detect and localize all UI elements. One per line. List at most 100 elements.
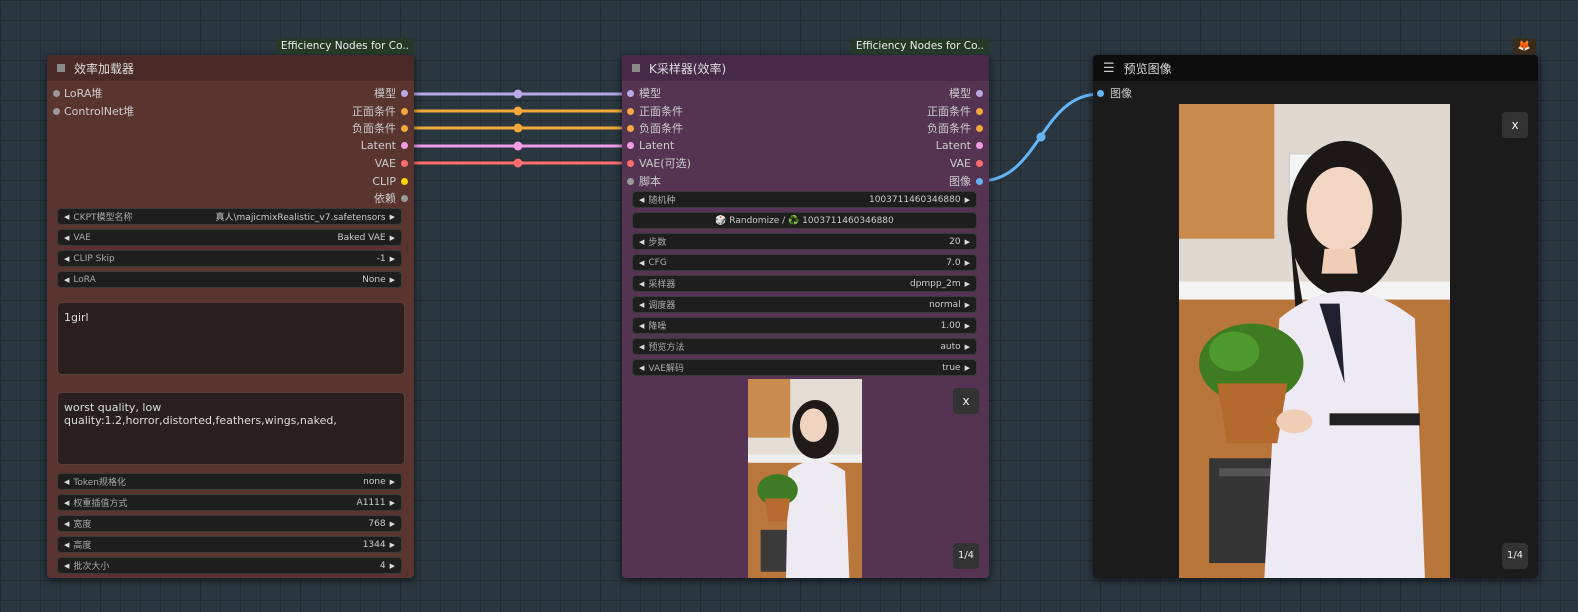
negative-prompt-textarea[interactable]: worst quality, low quality:1.2,horror,di…: [57, 392, 405, 465]
increment-arrow-icon[interactable]: ▶: [390, 213, 395, 221]
wire-midpoint-handle[interactable]: [1036, 132, 1046, 142]
decrement-arrow-icon[interactable]: ◀: [639, 196, 644, 204]
input-latent-dot[interactable]: [627, 142, 634, 149]
menu-icon[interactable]: ☰: [1103, 61, 1115, 76]
output-negative-dot[interactable]: [401, 125, 408, 132]
decrement-arrow-icon[interactable]: ◀: [639, 322, 644, 330]
decrement-arrow-icon[interactable]: ◀: [639, 259, 644, 267]
wire-midpoint-handle[interactable]: [513, 123, 523, 133]
increment-arrow-icon[interactable]: ▶: [965, 259, 970, 267]
preview-output-image[interactable]: [1179, 104, 1450, 578]
sampler-preview-image[interactable]: [748, 379, 862, 578]
output-model: 模型: [374, 87, 396, 100]
increment-arrow-icon[interactable]: ▶: [965, 238, 970, 246]
decrement-arrow-icon[interactable]: ◀: [64, 234, 69, 242]
ksampler-node[interactable]: Efficiency Nodes for Co.. K采样器(效率) 模型 正面…: [622, 38, 989, 578]
preview-method-combo[interactable]: ◀ 预览方法 auto ▶: [632, 338, 977, 355]
output-positive-dot[interactable]: [401, 108, 408, 115]
output-latent-dot[interactable]: [976, 142, 983, 149]
increment-arrow-icon[interactable]: ▶: [390, 255, 395, 263]
input-negative-dot[interactable]: [627, 125, 634, 132]
decrement-arrow-icon[interactable]: ◀: [64, 255, 69, 263]
collapse-icon[interactable]: [632, 64, 640, 72]
increment-arrow-icon[interactable]: ▶: [965, 301, 970, 309]
increment-arrow-icon[interactable]: ▶: [965, 364, 970, 372]
decrement-arrow-icon[interactable]: ◀: [64, 562, 69, 570]
image-pager[interactable]: 1/4: [953, 543, 979, 569]
controlnet-stack-input-dot[interactable]: [53, 108, 60, 115]
input-vae-dot[interactable]: [627, 160, 634, 167]
connection-wire[interactable]: [979, 92, 1101, 183]
decrement-arrow-icon[interactable]: ◀: [639, 301, 644, 309]
close-preview-button[interactable]: x: [953, 388, 979, 414]
output-image-dot[interactable]: [976, 178, 983, 185]
increment-arrow-icon[interactable]: ▶: [390, 478, 395, 486]
steps-number[interactable]: ◀ 步数 20 ▶: [632, 233, 977, 250]
width-number[interactable]: ◀ 宽度 768 ▶: [57, 515, 402, 532]
decrement-arrow-icon[interactable]: ◀: [639, 364, 644, 372]
output-negative-dot[interactable]: [976, 125, 983, 132]
seed-number[interactable]: ◀ 随机种 1003711460346880 ▶: [632, 191, 977, 208]
sampler-name-combo[interactable]: ◀ 采样器 dpmpp_2m ▶: [632, 275, 977, 292]
preview-image-node[interactable]: 🦊 ☰ 预览图像 图像 x 1/4: [1093, 38, 1538, 578]
decrement-arrow-icon[interactable]: ◀: [64, 499, 69, 507]
token-normalization-combo[interactable]: ◀ Token规格化 none ▶: [57, 473, 402, 490]
input-positive-dot[interactable]: [627, 108, 634, 115]
increment-arrow-icon[interactable]: ▶: [965, 343, 970, 351]
input-script-dot[interactable]: [627, 178, 634, 185]
positive-prompt-textarea[interactable]: 1girl: [57, 302, 405, 375]
randomize-seed-button[interactable]: 🎲 Randomize / ♻️ 1003711460346880: [632, 212, 977, 229]
scheduler-combo[interactable]: ◀ 调度器 normal ▶: [632, 296, 977, 313]
cfg-number[interactable]: ◀ CFG 7.0 ▶: [632, 254, 977, 271]
output-positive-dot[interactable]: [976, 108, 983, 115]
increment-arrow-icon[interactable]: ▶: [965, 196, 970, 204]
sampler-title-bar[interactable]: K采样器(效率): [622, 55, 989, 81]
preview-title-bar[interactable]: ☰ 预览图像: [1093, 55, 1538, 81]
decrement-arrow-icon[interactable]: ◀: [64, 520, 69, 528]
loader-title-bar[interactable]: 效率加载器: [47, 55, 414, 81]
denoise-number[interactable]: ◀ 降噪 1.00 ▶: [632, 317, 977, 334]
decrement-arrow-icon[interactable]: ◀: [64, 478, 69, 486]
increment-arrow-icon[interactable]: ▶: [965, 280, 970, 288]
input-image-dot[interactable]: [1097, 90, 1104, 97]
output-clip-dot[interactable]: [401, 178, 408, 185]
widget-label: 权重插值方式: [73, 499, 128, 509]
wire-midpoint-handle[interactable]: [513, 106, 523, 116]
increment-arrow-icon[interactable]: ▶: [390, 499, 395, 507]
input-model-dot[interactable]: [627, 90, 634, 97]
increment-arrow-icon[interactable]: ▶: [390, 520, 395, 528]
wire-midpoint-handle[interactable]: [513, 141, 523, 151]
close-preview-button[interactable]: x: [1502, 112, 1528, 138]
efficiency-loader-node[interactable]: Efficiency Nodes for Co.. 效率加载器 LoRA堆 Co…: [47, 38, 414, 578]
clip-skip-number[interactable]: ◀ CLIP Skip -1 ▶: [57, 250, 402, 267]
decrement-arrow-icon[interactable]: ◀: [64, 541, 69, 549]
decrement-arrow-icon[interactable]: ◀: [639, 343, 644, 351]
decrement-arrow-icon[interactable]: ◀: [639, 280, 644, 288]
ckpt-name-combo[interactable]: ◀ CKPT模型名称 真人\majicmixRealistic_v7.safet…: [57, 208, 402, 225]
vae-decode-combo[interactable]: ◀ VAE解码 true ▶: [632, 359, 977, 376]
collapse-icon[interactable]: [57, 64, 65, 72]
output-latent-dot[interactable]: [401, 142, 408, 149]
vae-combo[interactable]: ◀ VAE Baked VAE ▶: [57, 229, 402, 246]
increment-arrow-icon[interactable]: ▶: [390, 234, 395, 242]
increment-arrow-icon[interactable]: ▶: [390, 562, 395, 570]
increment-arrow-icon[interactable]: ▶: [390, 276, 395, 284]
increment-arrow-icon[interactable]: ▶: [965, 322, 970, 330]
increment-arrow-icon[interactable]: ▶: [390, 541, 395, 549]
wire-midpoint-handle[interactable]: [513, 158, 523, 168]
image-pager[interactable]: 1/4: [1502, 543, 1528, 569]
decrement-arrow-icon[interactable]: ◀: [64, 276, 69, 284]
output-vae-dot[interactable]: [401, 160, 408, 167]
output-model-dot[interactable]: [401, 90, 408, 97]
output-dependencies-dot[interactable]: [401, 195, 408, 202]
decrement-arrow-icon[interactable]: ◀: [64, 213, 69, 221]
batch-size-number[interactable]: ◀ 批次大小 4 ▶: [57, 557, 402, 574]
lora-stack-input-dot[interactable]: [53, 90, 60, 97]
height-number[interactable]: ◀ 高度 1344 ▶: [57, 536, 402, 553]
lora-combo[interactable]: ◀ LoRA None ▶: [57, 271, 402, 288]
output-vae-dot[interactable]: [976, 160, 983, 167]
decrement-arrow-icon[interactable]: ◀: [639, 238, 644, 246]
weight-interpretation-combo[interactable]: ◀ 权重插值方式 A1111 ▶: [57, 494, 402, 511]
output-model-dot[interactable]: [976, 90, 983, 97]
wire-midpoint-handle[interactable]: [513, 89, 523, 99]
